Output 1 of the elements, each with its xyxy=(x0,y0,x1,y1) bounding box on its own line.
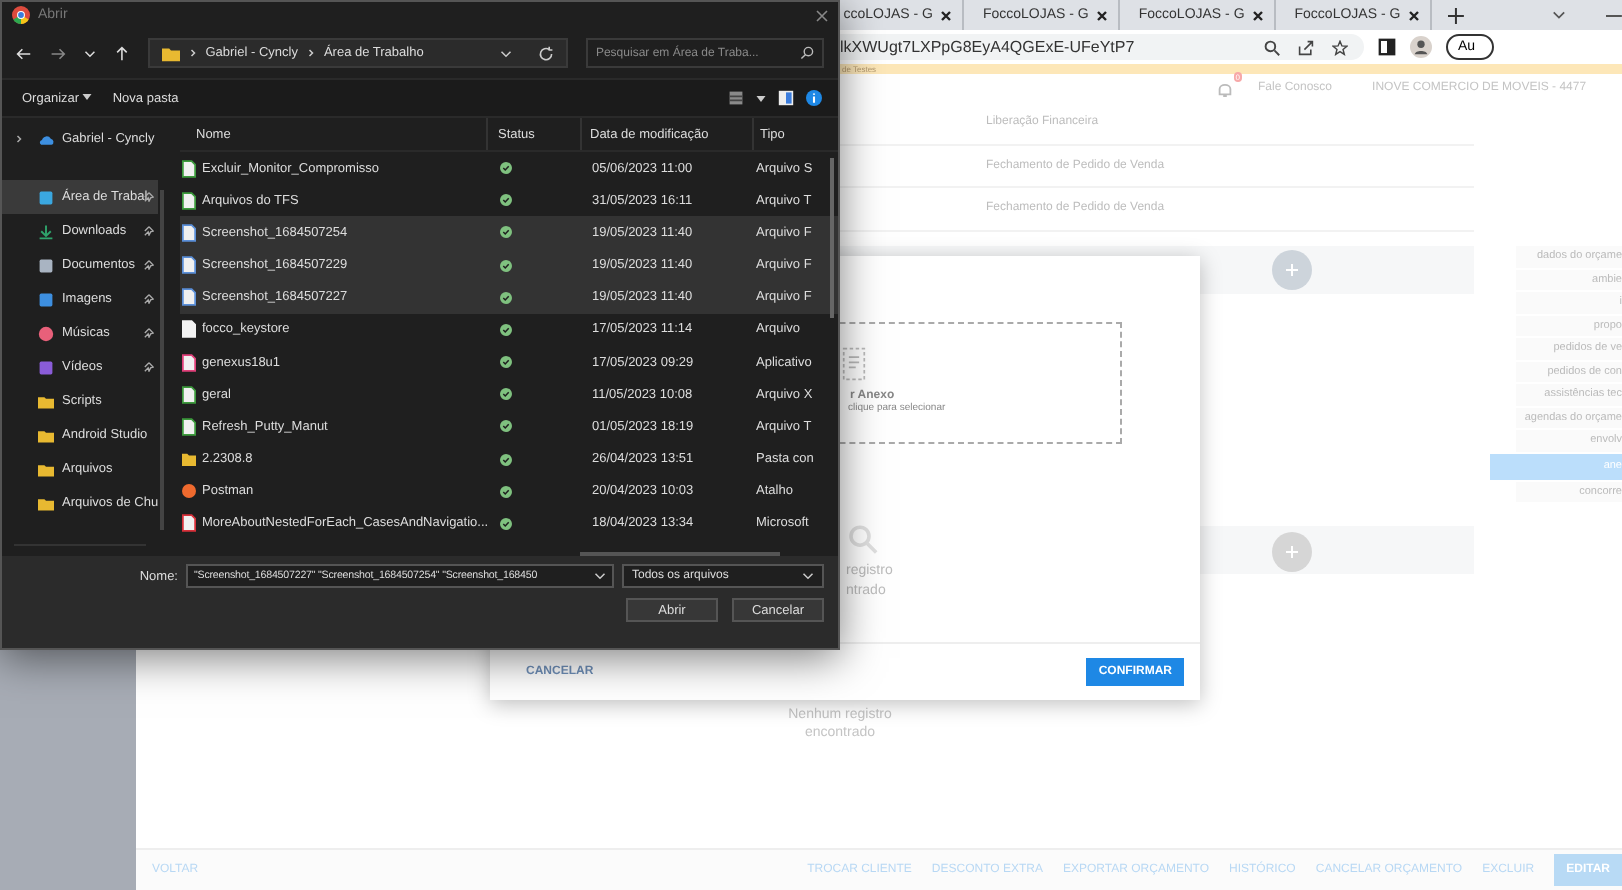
address-field[interactable]: lkXWUgt7LXPpG8EyA4QGExE-UFeYtP7 xyxy=(840,34,1364,60)
